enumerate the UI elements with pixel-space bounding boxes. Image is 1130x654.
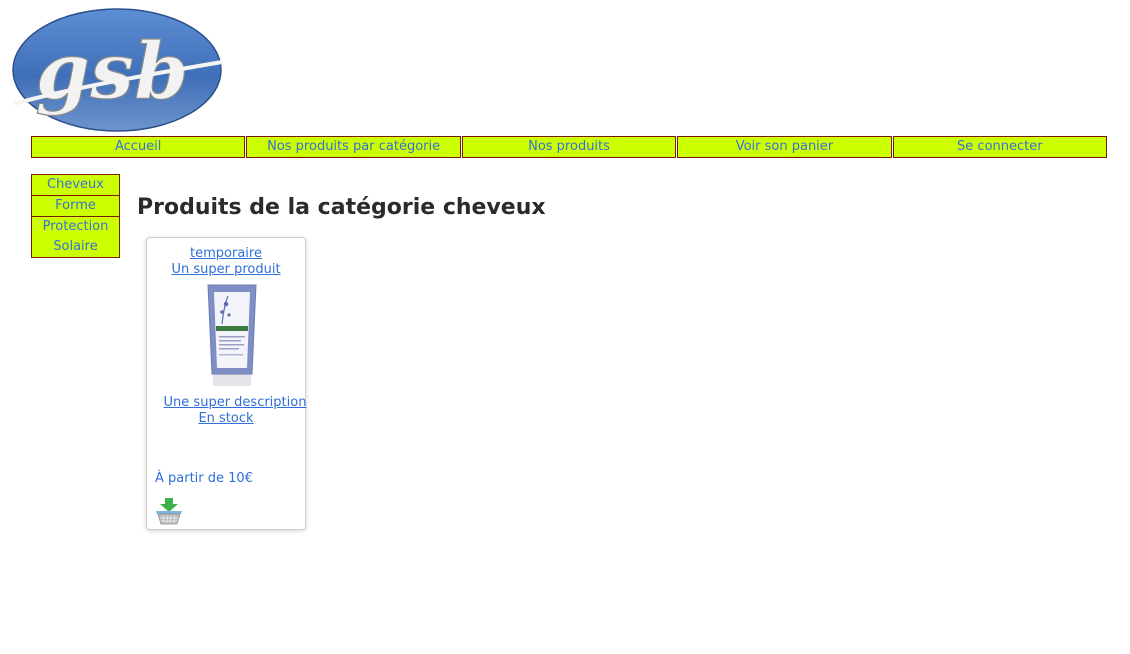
- nav-item-produits-par-categorie[interactable]: Nos produits par catégorie: [246, 136, 461, 158]
- product-stock-link[interactable]: En stock: [147, 411, 305, 427]
- product-price: À partir de 10€: [155, 471, 253, 486]
- nav-item-accueil[interactable]: Accueil: [31, 136, 246, 158]
- product-name-link[interactable]: temporaire: [147, 246, 305, 262]
- nav-item-nos-produits[interactable]: Nos produits: [461, 136, 677, 158]
- category-item-protection-solaire[interactable]: Protection Solaire: [31, 216, 120, 258]
- main-navigation: Accueil Nos produits par catégorie Nos p…: [31, 136, 1108, 158]
- nav-item-panier[interactable]: Voir son panier: [677, 136, 892, 158]
- product-card: temporaire Un super produit Une super de…: [146, 237, 306, 530]
- nav-item-se-connecter[interactable]: Se connecter: [892, 136, 1108, 158]
- product-description-link[interactable]: Une super description: [147, 395, 323, 411]
- page-title: Produits de la catégorie cheveux: [137, 195, 546, 220]
- category-item-cheveux[interactable]: Cheveux: [31, 174, 120, 196]
- category-sidebar: Cheveux Forme Protection Solaire: [31, 174, 120, 258]
- gsb-logo: gsb: [12, 8, 223, 132]
- add-to-basket-icon[interactable]: [155, 497, 183, 525]
- product-image[interactable]: [202, 282, 262, 390]
- product-subtitle-link[interactable]: Un super produit: [147, 262, 305, 278]
- category-item-forme[interactable]: Forme: [31, 195, 120, 217]
